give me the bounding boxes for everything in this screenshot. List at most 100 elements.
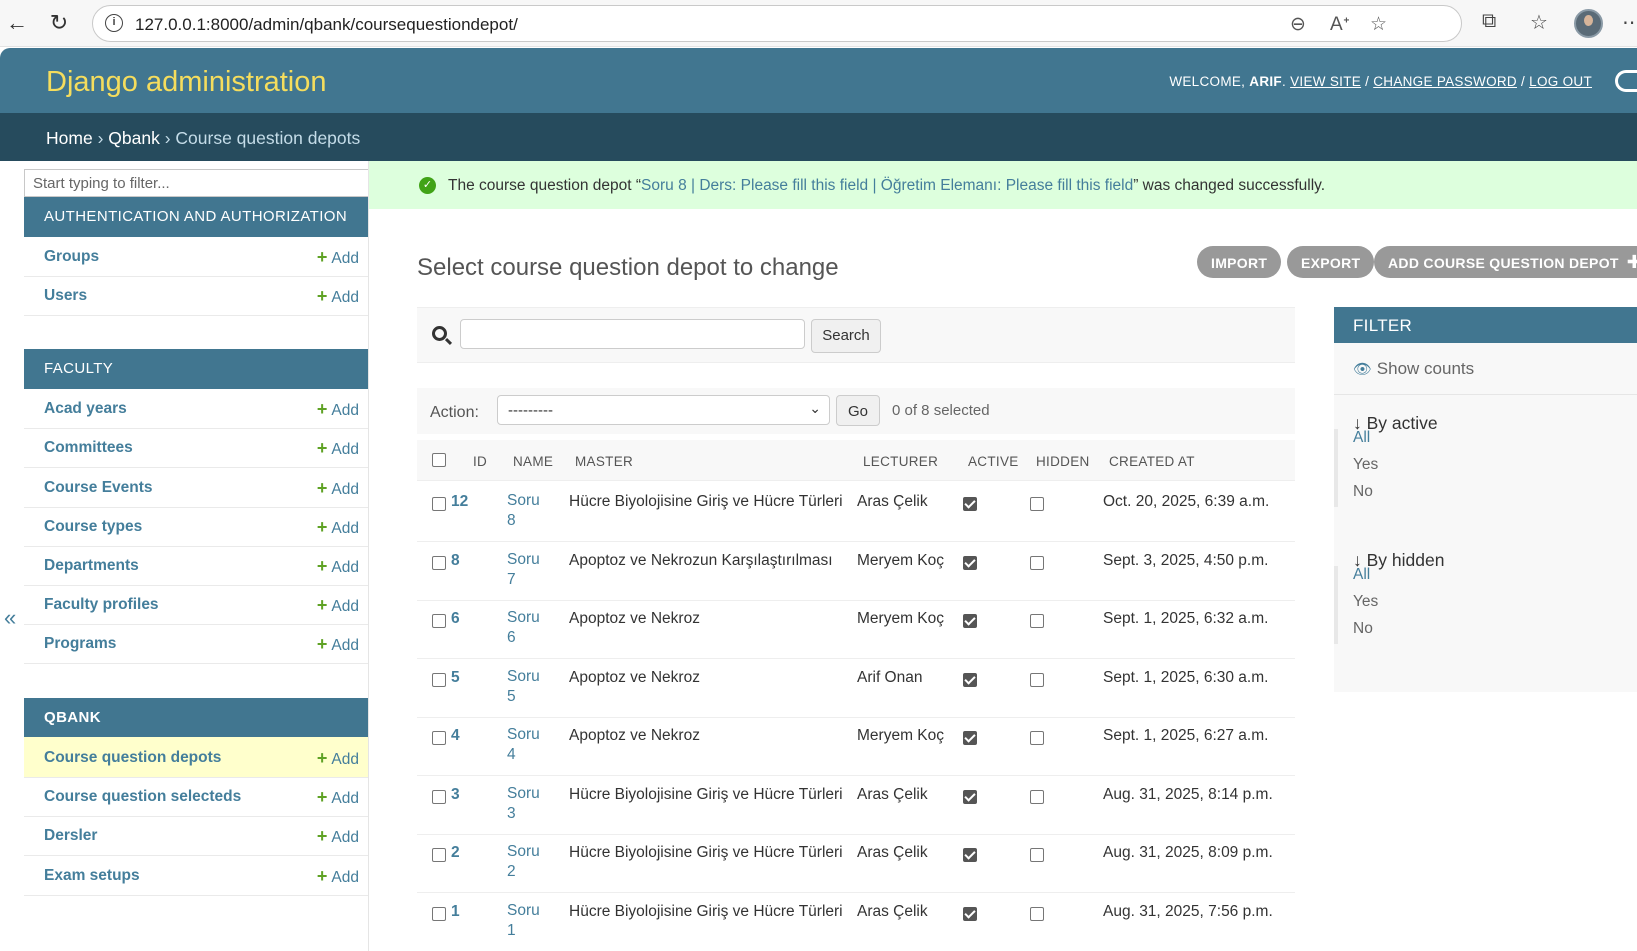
cell-name[interactable]: Soru 8 bbox=[507, 491, 547, 531]
module-faculty-caption[interactable]: FACULTY bbox=[24, 349, 369, 389]
row-select-checkbox[interactable] bbox=[432, 848, 446, 862]
cell-name[interactable]: Soru 1 bbox=[507, 901, 547, 941]
module-auth-caption[interactable]: AUTHENTICATION AND AUTHORIZATION bbox=[24, 197, 369, 237]
zoom-out-icon[interactable]: ⊖ bbox=[1290, 13, 1306, 36]
change-password-link[interactable]: CHANGE PASSWORD bbox=[1373, 74, 1517, 89]
add-link[interactable]: + Add bbox=[317, 866, 359, 887]
filter-hidden-no[interactable]: No bbox=[1353, 620, 1373, 638]
read-aloud-icon[interactable]: Aᐩ bbox=[1330, 13, 1350, 36]
cell-id[interactable]: 12 bbox=[451, 493, 468, 511]
row-select-checkbox[interactable] bbox=[432, 789, 446, 804]
sidebar-item-exam-setups[interactable]: Exam setups + Add bbox=[24, 855, 369, 896]
select-all-checkbox[interactable] bbox=[432, 453, 446, 467]
row-select-checkbox[interactable] bbox=[432, 672, 446, 687]
search-button[interactable]: Search bbox=[811, 319, 881, 353]
nav-filter-input[interactable]: Start typing to filter... bbox=[24, 169, 369, 197]
sidebar-item-groups[interactable]: Groups + Add bbox=[24, 236, 369, 277]
cell-id[interactable]: 4 bbox=[451, 727, 460, 745]
add-link[interactable]: + Add bbox=[317, 247, 359, 268]
theme-toggle-icon[interactable] bbox=[1615, 70, 1637, 92]
extensions-icon[interactable]: ⧉ bbox=[1482, 10, 1496, 33]
action-select[interactable]: --------- ⌄ bbox=[497, 395, 830, 425]
cell-name[interactable]: Soru 4 bbox=[507, 725, 547, 765]
site-brand[interactable]: Django administration bbox=[46, 66, 326, 99]
show-counts-link[interactable]: 👁 Show counts bbox=[1353, 359, 1474, 379]
view-site-link[interactable]: VIEW SITE bbox=[1290, 74, 1361, 89]
sidebar-item-programs[interactable]: Programs + Add bbox=[24, 623, 369, 664]
add-link[interactable]: + Add bbox=[317, 399, 359, 420]
cell-id[interactable]: 2 bbox=[451, 844, 460, 862]
cell-name[interactable]: Soru 6 bbox=[507, 608, 547, 648]
export-button[interactable]: EXPORT bbox=[1287, 246, 1375, 278]
address-bar[interactable]: i 127.0.0.1:8000/admin/qbank/coursequest… bbox=[92, 5, 1462, 42]
sidebar-item-users[interactable]: Users + Add bbox=[24, 275, 369, 316]
filter-hidden-all[interactable]: All bbox=[1353, 566, 1370, 584]
cell-name[interactable]: Soru 2 bbox=[507, 842, 547, 882]
row-select-checkbox[interactable] bbox=[432, 497, 446, 511]
breadcrumb-home[interactable]: Home bbox=[46, 128, 93, 148]
add-link[interactable]: + Add bbox=[317, 634, 359, 655]
column-name[interactable]: NAME bbox=[513, 454, 553, 469]
cell-created-at: Sept. 1, 2025, 6:27 a.m. bbox=[1103, 727, 1269, 744]
row-select-checkbox[interactable] bbox=[432, 731, 446, 745]
row-select-checkbox[interactable] bbox=[432, 555, 446, 570]
module-qbank-caption[interactable]: QBANK bbox=[24, 698, 369, 738]
search-input[interactable] bbox=[460, 319, 805, 349]
cell-name[interactable]: Soru 7 bbox=[507, 550, 547, 590]
cell-id[interactable]: 6 bbox=[451, 610, 460, 628]
favorites-list-icon[interactable]: ☆ bbox=[1530, 10, 1548, 35]
reload-icon[interactable]: ↻ bbox=[44, 8, 74, 38]
add-link[interactable]: + Add bbox=[317, 826, 359, 847]
breadcrumb-app[interactable]: Qbank bbox=[108, 128, 160, 148]
add-link[interactable]: + Add bbox=[317, 478, 359, 499]
add-link[interactable]: + Add bbox=[317, 748, 359, 769]
add-link[interactable]: + Add bbox=[317, 286, 359, 307]
add-link[interactable]: + Add bbox=[317, 595, 359, 616]
more-menu-icon[interactable]: ⋯ bbox=[1622, 10, 1637, 35]
column-hidden[interactable]: HIDDEN bbox=[1036, 454, 1090, 469]
site-info-icon[interactable]: i bbox=[105, 14, 123, 32]
sidebar-item-course-events[interactable]: Course Events + Add bbox=[24, 467, 369, 508]
cell-lecturer: Aras Çelik bbox=[857, 902, 928, 920]
go-button[interactable]: Go bbox=[836, 395, 880, 426]
changed-object-link[interactable]: Soru 8 | Ders: Please fill this field | … bbox=[641, 177, 1133, 194]
row-select-checkbox[interactable] bbox=[432, 906, 446, 921]
column-lecturer[interactable]: LECTURER bbox=[863, 454, 938, 469]
cell-id[interactable]: 3 bbox=[451, 786, 460, 804]
sidebar-item-course-question-depots[interactable]: Course question depots + Add bbox=[24, 737, 369, 778]
add-link[interactable]: + Add bbox=[317, 556, 359, 577]
add-link[interactable]: + Add bbox=[317, 438, 359, 459]
column-created-at[interactable]: CREATED AT bbox=[1109, 454, 1195, 469]
cell-id[interactable]: 1 bbox=[451, 903, 460, 921]
sidebar-item-committees[interactable]: Committees + Add bbox=[24, 427, 369, 468]
cell-name[interactable]: Soru 5 bbox=[507, 667, 547, 707]
filter-active-no[interactable]: No bbox=[1353, 483, 1373, 501]
filter-active-yes[interactable]: Yes bbox=[1353, 456, 1378, 474]
sidebar-item-acad-years[interactable]: Acad years + Add bbox=[24, 388, 369, 429]
column-id[interactable]: ID bbox=[473, 454, 487, 469]
log-out-link[interactable]: LOG OUT bbox=[1529, 74, 1592, 89]
back-arrow-icon[interactable]: ← bbox=[2, 8, 32, 38]
cell-id[interactable]: 8 bbox=[451, 552, 460, 570]
sidebar-collapse-toggle[interactable]: « bbox=[4, 605, 16, 631]
column-master[interactable]: MASTER bbox=[575, 454, 633, 469]
profile-avatar[interactable] bbox=[1574, 9, 1603, 38]
column-active[interactable]: ACTIVE bbox=[968, 454, 1019, 469]
sidebar-item-course-types[interactable]: Course types + Add bbox=[24, 506, 369, 547]
row-select-checkbox[interactable] bbox=[432, 614, 446, 628]
filter-hidden-yes[interactable]: Yes bbox=[1353, 593, 1378, 611]
table-row: 8 Soru 7 Apoptoz ve Nekrozun Karşılaştırıl… bbox=[417, 540, 1295, 601]
sidebar-item-faculty-profiles[interactable]: Faculty profiles + Add bbox=[24, 584, 369, 625]
sidebar-item-course-question-selecteds[interactable]: Course question selecteds + Add bbox=[24, 776, 369, 817]
add-link[interactable]: + Add bbox=[317, 787, 359, 808]
add-link[interactable]: + Add bbox=[317, 517, 359, 538]
favorite-star-icon[interactable]: ☆ bbox=[1370, 13, 1387, 36]
cell-id[interactable]: 5 bbox=[451, 669, 460, 687]
sidebar-item-departments[interactable]: Departments + Add bbox=[24, 545, 369, 586]
add-course-question-depot-button[interactable]: ADD COURSE QUESTION DEPOT ✚ bbox=[1374, 246, 1637, 278]
cell-master: Apoptoz ve Nekroz bbox=[569, 668, 700, 686]
filter-active-all[interactable]: All bbox=[1353, 429, 1370, 447]
import-button[interactable]: IMPORT bbox=[1197, 246, 1282, 278]
sidebar-item-dersler[interactable]: Dersler + Add bbox=[24, 815, 369, 856]
cell-name[interactable]: Soru 3 bbox=[507, 784, 547, 824]
